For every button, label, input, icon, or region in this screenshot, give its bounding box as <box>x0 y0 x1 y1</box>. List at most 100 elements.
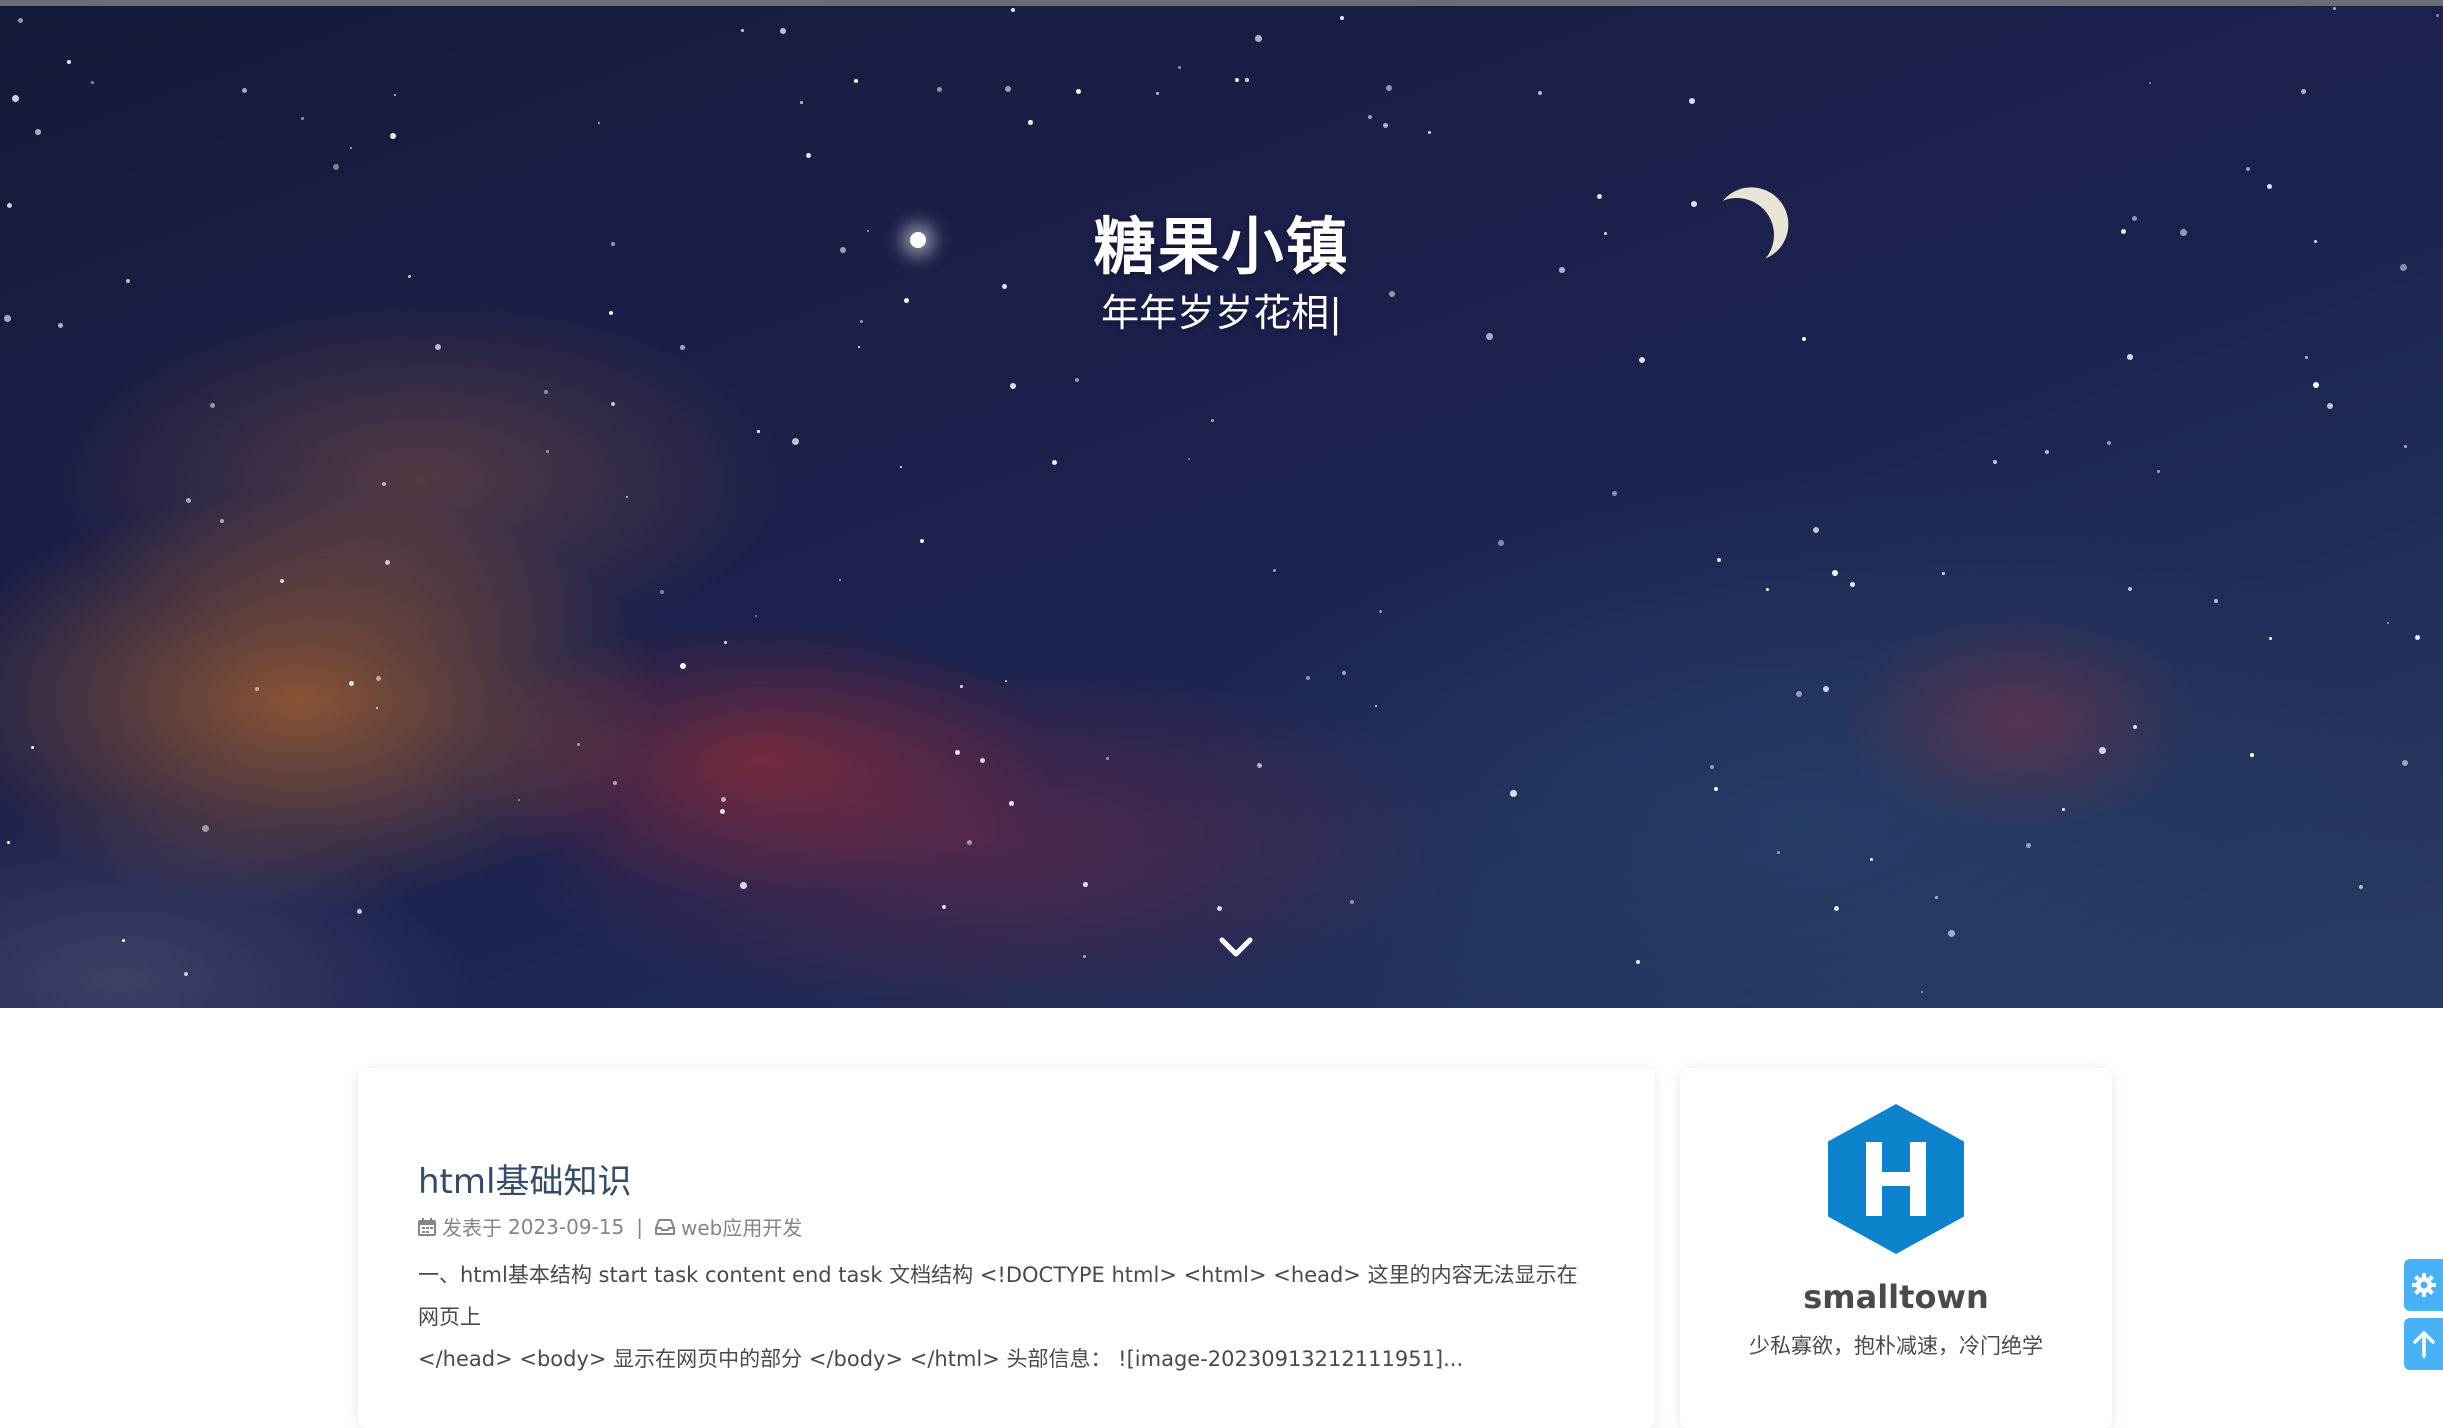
star-decoration <box>546 450 549 453</box>
star-decoration <box>1075 378 1080 383</box>
recent-post-card: html基础知识 发表于 2023-09-15 | web应用开发 一、html… <box>358 1068 1655 1428</box>
post-date-label: 发表于 <box>442 1216 502 1240</box>
star-decoration <box>2333 7 2337 11</box>
star-decoration <box>2062 808 2065 811</box>
star-decoration <box>2305 356 2309 360</box>
hexo-logo-icon <box>1828 1104 1964 1254</box>
star-decoration <box>577 743 581 747</box>
star-decoration <box>1255 35 1262 42</box>
star-decoration <box>301 117 305 121</box>
star-decoration <box>435 344 442 351</box>
post-category-link[interactable]: web应用开发 <box>681 1212 802 1241</box>
star-decoration <box>394 94 397 97</box>
star-decoration <box>1052 460 1058 466</box>
star-decoration <box>1342 671 1347 676</box>
star-decoration <box>2250 753 2254 757</box>
star-decoration <box>2313 382 2320 389</box>
star-decoration <box>1935 896 1938 899</box>
star-decoration <box>1710 765 1715 770</box>
star-decoration <box>1306 676 1311 681</box>
star-decoration <box>1273 569 1277 573</box>
star-decoration <box>598 122 601 125</box>
star-decoration <box>376 676 382 682</box>
star-decoration <box>1368 115 1373 120</box>
star-decoration <box>900 466 903 469</box>
star-decoration <box>1011 8 1016 13</box>
star-decoration <box>1717 558 1721 562</box>
star-decoration <box>1386 85 1393 92</box>
star-decoration <box>385 560 391 566</box>
star-decoration <box>1083 882 1088 887</box>
star-decoration <box>280 579 285 584</box>
site-title[interactable]: 糖果小镇 <box>0 196 2443 286</box>
back-to-top-button[interactable] <box>2404 1318 2443 1370</box>
star-decoration <box>2127 354 2133 360</box>
star-decoration <box>1188 458 1190 460</box>
star-decoration <box>980 758 985 763</box>
star-decoration <box>2107 441 2112 446</box>
star-decoration <box>780 28 786 34</box>
star-decoration <box>920 539 925 544</box>
star-decoration <box>720 809 725 814</box>
star-decoration <box>2267 184 2273 190</box>
star-decoration <box>1714 787 1719 792</box>
star-decoration <box>955 750 961 756</box>
star-decoration <box>806 153 811 158</box>
star-decoration <box>1636 960 1641 965</box>
star-decoration <box>960 685 964 689</box>
star-decoration <box>210 403 216 409</box>
star-decoration <box>2404 445 2407 448</box>
arrow-up-icon <box>2412 1331 2435 1358</box>
settings-button[interactable] <box>2404 1259 2443 1311</box>
star-decoration <box>613 781 618 786</box>
calendar-icon <box>418 1217 436 1236</box>
avatar[interactable] <box>1828 1104 1964 1254</box>
star-decoration <box>1796 691 1802 697</box>
star-decoration <box>220 519 224 523</box>
star-decoration <box>1428 131 1432 135</box>
star-decoration <box>1639 357 1646 364</box>
star-decoration <box>1510 790 1517 797</box>
star-decoration <box>1766 588 1769 591</box>
star-decoration <box>1005 680 1008 683</box>
star-decoration <box>184 972 189 977</box>
star-decoration <box>721 797 727 803</box>
star-decoration <box>1028 120 1033 125</box>
star-decoration <box>1777 851 1780 854</box>
star-decoration <box>1832 570 1839 577</box>
star-decoration <box>2359 885 2364 890</box>
star-decoration <box>1498 540 1505 547</box>
star-decoration <box>942 905 946 909</box>
star-decoration <box>2133 725 2137 729</box>
star-decoration <box>1009 801 1014 806</box>
star-decoration <box>382 482 387 487</box>
star-decoration <box>1257 763 1262 768</box>
star-decoration <box>1350 900 1355 905</box>
post-title-link[interactable]: html基础知识 <box>418 1154 631 1203</box>
star-decoration <box>2246 167 2251 172</box>
star-decoration <box>724 641 727 644</box>
star-decoration <box>349 681 354 686</box>
hero-banner: 糖果小镇 年年岁岁花相| <box>0 0 2443 1008</box>
star-decoration <box>1156 92 1160 96</box>
star-decoration <box>255 687 259 691</box>
star-decoration <box>755 615 758 618</box>
star-decoration <box>1245 78 1249 82</box>
star-decoration <box>35 129 41 135</box>
star-decoration <box>626 496 629 499</box>
star-decoration <box>937 87 943 93</box>
star-decoration <box>1178 66 1182 70</box>
star-decoration <box>2415 635 2420 640</box>
post-date: 2023-09-15 <box>508 1214 625 1239</box>
star-decoration <box>741 29 744 32</box>
star-decoration <box>967 840 973 846</box>
scroll-down-button[interactable] <box>1216 928 1256 968</box>
star-decoration <box>544 390 549 395</box>
star-decoration <box>1235 78 1240 83</box>
star-decoration <box>1823 686 1830 693</box>
star-decoration <box>1813 527 1820 534</box>
star-decoration <box>350 147 353 150</box>
star-decoration <box>2327 403 2334 410</box>
post-excerpt-line: 一、html基本结构 start task content end task 文… <box>418 1263 1578 1329</box>
star-decoration <box>91 81 94 84</box>
